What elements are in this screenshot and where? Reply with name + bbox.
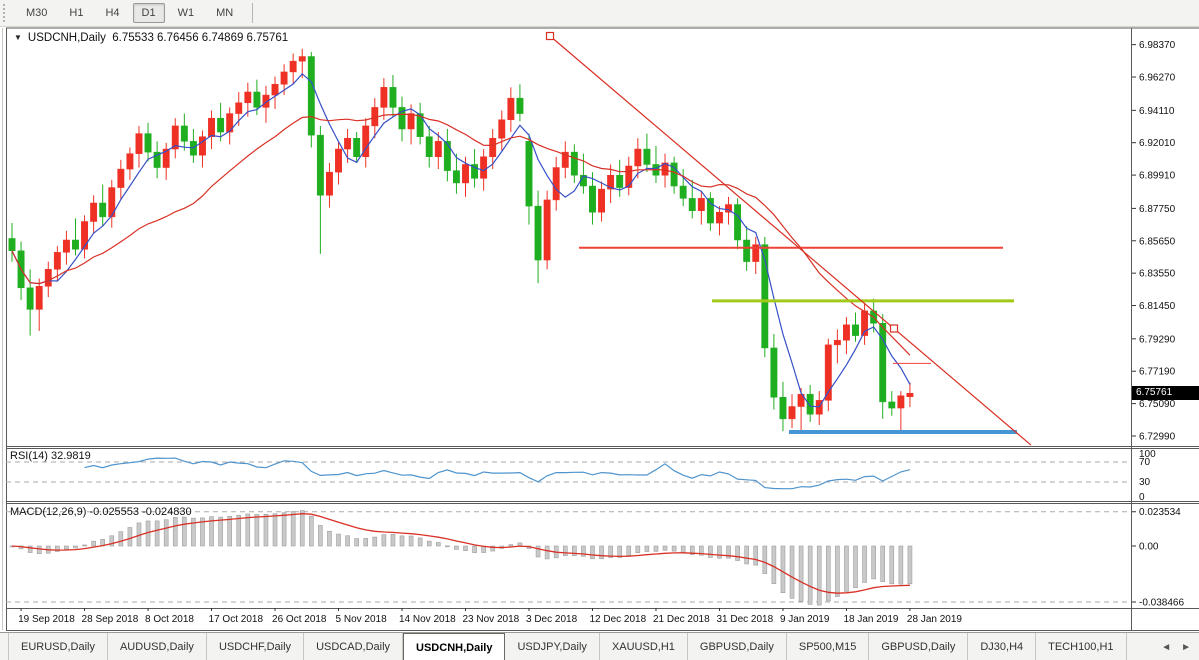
- timeframe-buttons: M30H1H4D1W1MN: [15, 3, 244, 23]
- timeframe-toolbar: M30H1H4D1W1MN: [0, 0, 1199, 27]
- rsi-tick: 30: [1139, 477, 1151, 488]
- date-label: 5 Nov 2018: [336, 614, 388, 625]
- macd-tick: -0.038466: [1139, 598, 1184, 609]
- chevron-down-icon[interactable]: ▼: [14, 33, 22, 42]
- price-tick: 6.92010: [1139, 138, 1176, 149]
- date-label: 9 Jan 2019: [780, 614, 830, 625]
- current-price-badge: 6.75761: [1132, 386, 1199, 400]
- symbol-tabbar: EURUSD,DailyAUDUSD,DailyUSDCHF,DailyUSDC…: [0, 632, 1199, 660]
- date-label: 14 Nov 2018: [399, 614, 456, 625]
- price-tick: 6.96270: [1139, 73, 1176, 84]
- mt4-window: M30H1H4D1W1MN 6.98370 6.96270 6.94110 6.920…: [0, 0, 1199, 660]
- rsi-value: 32.9819: [51, 450, 91, 462]
- rsi-tick: 70: [1139, 457, 1151, 468]
- price-tick: 6.89910: [1139, 171, 1176, 182]
- rsi-label: RSI(14) 32.9819: [10, 450, 91, 462]
- symbol-tab-sp500-m15[interactable]: SP500,M15: [787, 633, 869, 660]
- rsi-tick: 0: [1139, 492, 1145, 503]
- scroll-left-button[interactable]: ◄: [1161, 642, 1171, 653]
- price-tick: 6.75090: [1139, 399, 1176, 410]
- price-tick: 6.98370: [1139, 40, 1176, 51]
- price-tick: 6.79290: [1139, 334, 1176, 345]
- symbol-tab-gbpusd-daily[interactable]: GBPUSD,Daily: [688, 633, 787, 660]
- date-label: 8 Oct 2018: [145, 614, 194, 625]
- timeframe-button-h4[interactable]: H4: [96, 3, 128, 23]
- macd-tick: 0.023534: [1139, 507, 1181, 518]
- price-tick: 6.85650: [1139, 236, 1176, 247]
- date-label: 19 Sep 2018: [18, 614, 75, 625]
- trendline-anchor[interactable]: [547, 33, 554, 40]
- symbol-tab-audusd-daily[interactable]: AUDUSD,Daily: [108, 633, 207, 660]
- timeframe-button-h1[interactable]: H1: [60, 3, 92, 23]
- symbol-tab-tech100-h1[interactable]: TECH100,H1: [1036, 633, 1126, 660]
- symbol-tab-eurusd-daily[interactable]: EURUSD,Daily: [8, 633, 108, 660]
- date-label: 28 Sep 2018: [82, 614, 139, 625]
- timeframe-button-mn[interactable]: MN: [207, 3, 242, 23]
- toolbar-separator: [252, 3, 253, 23]
- toolbar-grip-handle[interactable]: [3, 4, 9, 22]
- timeframe-button-w1[interactable]: W1: [169, 3, 204, 23]
- date-label: 28 Jan 2019: [907, 614, 962, 625]
- timeframe-button-d1[interactable]: D1: [133, 3, 165, 23]
- symbol-tab-usdcad-daily[interactable]: USDCAD,Daily: [304, 633, 403, 660]
- symbol-tabs: EURUSD,DailyAUDUSD,DailyUSDCHF,DailyUSDC…: [0, 633, 1127, 660]
- tab-scrollers: ◄ ►: [1161, 633, 1199, 660]
- ohlc-values: 6.75533 6.76456 6.74869 6.75761: [112, 32, 288, 44]
- date-label: 26 Oct 2018: [272, 614, 327, 625]
- price-tick: 6.81450: [1139, 301, 1176, 312]
- symbol-tab-gbpusd-daily[interactable]: GBPUSD,Daily: [869, 633, 968, 660]
- date-label: 23 Nov 2018: [463, 614, 520, 625]
- symbol-title: USDCNH,Daily: [28, 32, 106, 44]
- date-label: 31 Dec 2018: [716, 614, 773, 625]
- date-label: 17 Oct 2018: [209, 614, 264, 625]
- symbol-tab-dj30-h4[interactable]: DJ30,H4: [968, 633, 1036, 660]
- timeframe-button-m30[interactable]: M30: [17, 3, 56, 23]
- date-label: 21 Dec 2018: [653, 614, 710, 625]
- chart-canvas[interactable]: 6.98370 6.96270 6.94110 6.92010 6.89910 6.877…: [0, 0, 1199, 632]
- price-tick: 6.87750: [1139, 204, 1176, 215]
- scroll-right-button[interactable]: ►: [1181, 642, 1191, 653]
- macd-tick: 0.00: [1139, 542, 1159, 553]
- price-tick: 6.72990: [1139, 431, 1176, 442]
- symbol-tab-xauusd-h1[interactable]: XAUUSD,H1: [600, 633, 688, 660]
- symbol-tab-usdchf-daily[interactable]: USDCHF,Daily: [207, 633, 304, 660]
- symbol-tab-usdcnh-daily[interactable]: USDCNH,Daily: [403, 633, 505, 660]
- chart-header: ▼ USDCNH,Daily 6.75533 6.76456 6.74869 6.…: [14, 32, 288, 44]
- symbol-tab-usdjpy-daily[interactable]: USDJPY,Daily: [505, 633, 600, 660]
- macd-values: -0.025553 -0.024830: [89, 506, 191, 518]
- date-label: 12 Dec 2018: [589, 614, 646, 625]
- date-label: 3 Dec 2018: [526, 614, 578, 625]
- price-tick: 6.77190: [1139, 367, 1176, 378]
- trendline-anchor[interactable]: [891, 325, 898, 332]
- price-tick: 6.94110: [1139, 106, 1175, 117]
- macd-label: MACD(12,26,9) -0.025553 -0.024830: [10, 506, 192, 518]
- date-label: 18 Jan 2019: [843, 614, 898, 625]
- price-tick: 6.83550: [1139, 269, 1176, 280]
